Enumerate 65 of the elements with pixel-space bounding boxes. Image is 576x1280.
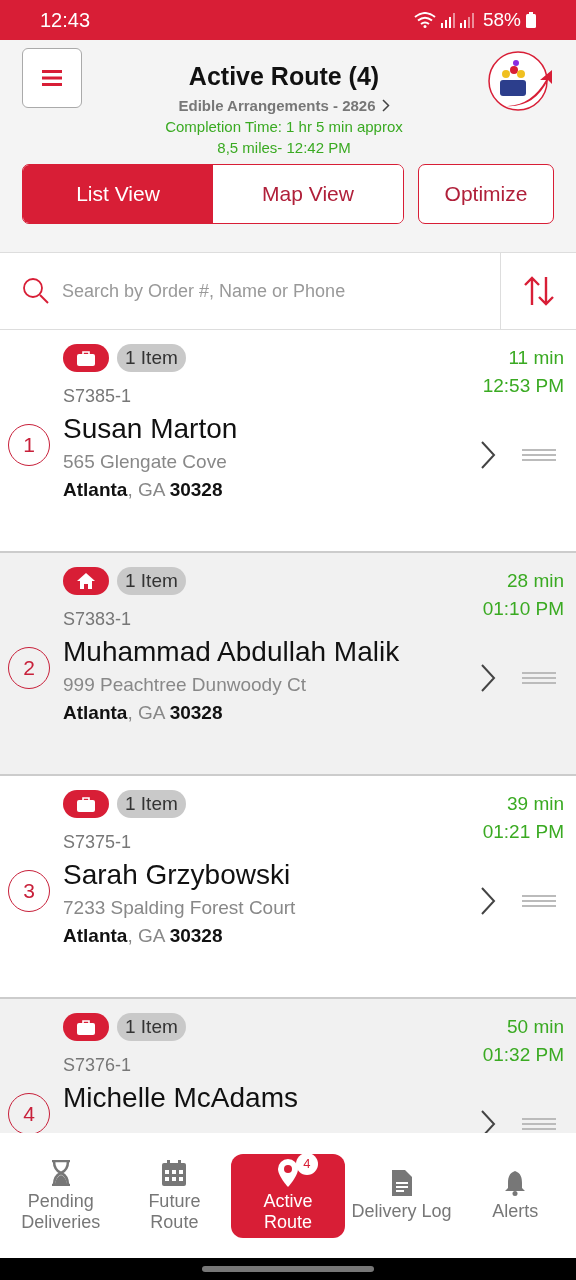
eta-time: 01:21 PM xyxy=(482,820,564,844)
eta-time: 01:32 PM xyxy=(482,1043,564,1067)
menu-button[interactable] xyxy=(22,48,82,108)
signal-icon xyxy=(459,12,474,28)
battery-icon xyxy=(526,12,536,28)
item-count: 1 Item xyxy=(117,790,186,818)
item-count: 1 Item xyxy=(117,344,186,372)
status-time: 12:43 xyxy=(40,8,91,32)
chevron-right-icon[interactable] xyxy=(480,663,496,693)
item-count: 1 Item xyxy=(117,1013,186,1041)
eta-duration: 39 min xyxy=(506,792,564,816)
city-address: Atlanta, GA 30328 xyxy=(63,479,224,501)
briefcase-icon xyxy=(77,796,95,812)
street-address: 7233 Spalding Forest Court xyxy=(63,897,297,919)
menu-icon xyxy=(42,70,62,86)
bell-icon xyxy=(504,1170,527,1196)
customer-name: Muhammad Abdullah Malik xyxy=(63,636,401,668)
eta-duration: 28 min xyxy=(506,569,564,593)
map-pin-icon xyxy=(278,1158,298,1187)
stop-card[interactable]: 2 1 Item S7383-1 Muhammad Abdullah Malik 999 Peachtree Dunwoody Ct Atlanta, GA 30328 28 min 01:10 PM xyxy=(0,553,576,776)
eta-time: 12:53 PM xyxy=(482,374,564,398)
street-address: 999 Peachtree Dunwoody Ct xyxy=(63,674,307,696)
order-number: S7376-1 xyxy=(63,1055,133,1076)
eta-duration: 50 min xyxy=(506,1015,564,1039)
completion-time: Completion Time: 1 hr 5 min approx xyxy=(164,118,404,135)
order-number: S7383-1 xyxy=(63,609,133,630)
order-number: S7385-1 xyxy=(63,386,133,407)
eta-time: 01:10 PM xyxy=(482,597,564,621)
drag-handle-icon[interactable] xyxy=(522,449,556,461)
page-title: Active Route (4) xyxy=(187,62,381,91)
city-address: Atlanta, GA 30328 xyxy=(63,925,224,947)
chevron-right-icon[interactable] xyxy=(480,886,496,916)
signal-icon xyxy=(440,12,455,28)
item-count: 1 Item xyxy=(117,567,186,595)
briefcase-icon xyxy=(77,1019,95,1035)
battery-level: 58% xyxy=(482,9,521,31)
customer-name: Sarah Grzybowski xyxy=(63,859,292,891)
chevron-right-icon[interactable] xyxy=(381,99,390,112)
chevron-right-icon[interactable] xyxy=(480,440,496,470)
store-name[interactable]: Edible Arrangements - 2826 xyxy=(178,97,376,114)
customer-name: Michelle McAdams xyxy=(63,1082,299,1114)
drag-handle-icon[interactable] xyxy=(522,895,556,907)
search-field[interactable]: Search by Order #, Name or Phone xyxy=(60,279,500,303)
search-icon xyxy=(22,277,50,305)
calendar-icon xyxy=(162,1159,187,1186)
count-badge: 4 xyxy=(296,1152,318,1175)
city-address: Atlanta, GA 30328 xyxy=(63,702,224,724)
logo-icon xyxy=(486,50,554,112)
customer-name: Susan Marton xyxy=(63,413,239,445)
eta-duration: 11 min xyxy=(508,346,564,370)
order-number: S7375-1 xyxy=(63,832,133,853)
street-address: 565 Glengate Cove xyxy=(63,451,228,473)
nav-tab[interactable]: 4 Active Route xyxy=(231,1153,345,1238)
hourglass-icon xyxy=(50,1159,71,1186)
optimize-button[interactable]: Optimize xyxy=(418,164,554,224)
drag-handle-icon[interactable] xyxy=(522,1118,556,1130)
briefcase-icon xyxy=(77,350,95,366)
route-distance: 8,5 miles- 12:42 PM xyxy=(216,139,352,156)
document-icon xyxy=(391,1170,412,1196)
view-tab[interactable]: List View xyxy=(23,165,213,223)
house-icon xyxy=(77,573,95,589)
stop-card[interactable]: 4 1 Item S7376-1 Michelle McAdams 50 min 01:32 PM xyxy=(0,999,576,1133)
drag-handle-icon[interactable] xyxy=(522,672,556,684)
chevron-right-icon[interactable] xyxy=(480,1109,496,1133)
wifi-icon xyxy=(413,12,436,28)
